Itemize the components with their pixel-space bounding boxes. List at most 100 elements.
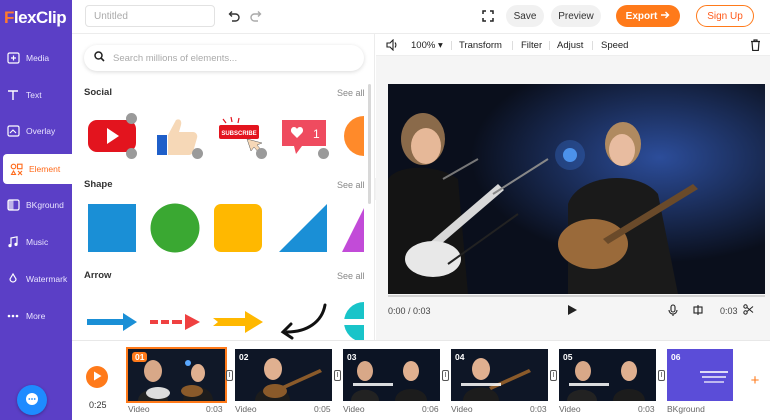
redo-icon[interactable] [249, 9, 263, 23]
see-all-shape-link[interactable]: See all [337, 180, 365, 190]
rounded-square-shape[interactable] [212, 202, 264, 254]
transition-button[interactable]: I [442, 370, 449, 381]
clip-type-label: Video [559, 404, 581, 414]
search-input[interactable] [113, 52, 353, 64]
clip-type-label: BKground [667, 404, 705, 414]
sidebar: FlexClip Media Text Overlay Element BKgr… [0, 0, 72, 420]
preview-label: Preview [558, 10, 594, 22]
like-notification-icon[interactable]: 1 [278, 110, 330, 162]
toolbar-divider [512, 41, 513, 50]
clip-number: 05 [563, 352, 573, 362]
current-time: 0:00 / 0:03 [388, 306, 431, 316]
yellow-arrow[interactable] [212, 296, 264, 340]
clip-duration-label: 0:03 [206, 404, 223, 414]
square-shape[interactable] [86, 202, 138, 254]
undo-icon[interactable] [226, 9, 240, 23]
playback-scrubber[interactable] [388, 295, 765, 297]
sidebar-item-text[interactable]: Text [0, 80, 72, 110]
sidebar-item-bkground[interactable]: BKground [0, 190, 72, 220]
timeline: 0:25 01 Video 0:03 I 02 Video 0:05 I 03 … [72, 340, 770, 420]
teal-partial-arrow[interactable] [340, 296, 364, 340]
sidebar-item-label: BKground [26, 200, 64, 210]
clip-duration: 0:03 [720, 306, 738, 316]
premium-badge-icon [192, 148, 203, 159]
background-icon [6, 198, 20, 212]
video-preview[interactable] [388, 84, 765, 294]
sidebar-item-music[interactable]: Music [0, 227, 72, 257]
timeline-clip-01[interactable]: 01 [126, 347, 227, 403]
sign-up-label: Sign Up [707, 10, 743, 22]
play-icon[interactable] [567, 304, 578, 316]
filter-button[interactable]: Filter [521, 40, 542, 51]
timeline-clip-06[interactable]: 06 [667, 349, 733, 401]
transition-button[interactable]: I [550, 370, 557, 381]
partial-social-icon[interactable] [340, 110, 364, 162]
volume-icon[interactable] [386, 39, 398, 51]
red-dashed-arrow[interactable] [149, 296, 201, 340]
chat-help-button[interactable] [17, 385, 47, 415]
split-scissors-icon[interactable] [743, 304, 754, 315]
thumbs-up-icon[interactable] [152, 110, 204, 162]
transition-button[interactable]: I [226, 370, 233, 381]
trash-icon[interactable] [750, 39, 761, 51]
crop-icon[interactable] [692, 304, 704, 316]
timeline-clip-03[interactable]: 03 [343, 349, 440, 401]
zoom-dropdown[interactable]: 100% ▾ [411, 40, 443, 51]
blue-arrow[interactable] [86, 296, 138, 340]
adjust-button[interactable]: Adjust [557, 40, 583, 51]
sidebar-item-watermark[interactable]: Watermark [0, 264, 72, 294]
timeline-clip-02[interactable]: 02 [235, 349, 332, 401]
clip-duration-label: 0:06 [422, 404, 439, 414]
sidebar-item-more[interactable]: More [0, 301, 72, 331]
sidebar-item-element[interactable]: Element [3, 154, 72, 184]
text-icon [6, 88, 20, 102]
sidebar-item-label: Overlay [26, 126, 56, 136]
element-icon [9, 162, 23, 176]
overlay-icon [6, 124, 20, 138]
preview-button[interactable]: Preview [551, 5, 601, 27]
clip-number: 02 [239, 352, 249, 362]
sidebar-item-label: Element [29, 164, 61, 174]
partial-triangle-shape[interactable] [340, 202, 364, 254]
export-button[interactable]: Export [616, 5, 680, 27]
timeline-play-button[interactable] [86, 366, 108, 388]
transition-button[interactable]: I [334, 370, 341, 381]
toolbar-divider [451, 41, 452, 50]
sidebar-item-label: Watermark [26, 274, 68, 284]
black-curved-arrow[interactable] [277, 296, 329, 340]
clip-type-label: Video [451, 404, 473, 414]
element-search[interactable] [84, 45, 364, 71]
see-all-social-link[interactable]: See all [337, 88, 365, 98]
sidebar-item-label: Music [26, 237, 49, 247]
save-button[interactable]: Save [506, 5, 544, 27]
see-all-arrow-link[interactable]: See all [337, 271, 365, 281]
transition-button[interactable]: I [658, 370, 665, 381]
speed-button[interactable]: Speed [601, 40, 628, 51]
premium-badge-icon [318, 148, 329, 159]
sidebar-item-overlay[interactable]: Overlay [0, 116, 72, 146]
sign-up-button[interactable]: Sign Up [696, 5, 754, 27]
flexclip-logo[interactable]: FlexClip [4, 8, 67, 28]
export-label: Export [625, 10, 658, 22]
transform-button[interactable]: Transform [459, 40, 502, 51]
add-clip-button[interactable]: + [746, 371, 764, 389]
subscribe-icon[interactable]: SUBSCRIBE [216, 110, 268, 162]
info-badge-icon [126, 113, 137, 124]
clip-type-label: Video [128, 404, 150, 414]
clip-duration-label: 0:03 [530, 404, 547, 414]
clip-number: 03 [347, 352, 357, 362]
microphone-icon[interactable] [668, 304, 678, 317]
project-title-input[interactable] [85, 5, 215, 27]
circle-shape[interactable] [149, 202, 201, 254]
section-title-social: Social [84, 87, 112, 98]
section-title-shape: Shape [84, 179, 113, 190]
panel-scrollbar[interactable] [368, 84, 371, 204]
youtube-icon[interactable] [86, 110, 138, 162]
timeline-clip-04[interactable]: 04 [451, 349, 548, 401]
fullscreen-icon[interactable] [481, 9, 495, 23]
clip-number: 06 [671, 352, 681, 362]
timeline-clip-05[interactable]: 05 [559, 349, 656, 401]
sidebar-item-media[interactable]: Media [0, 43, 72, 73]
triangle-shape[interactable] [277, 202, 329, 254]
section-title-arrow: Arrow [84, 270, 112, 281]
